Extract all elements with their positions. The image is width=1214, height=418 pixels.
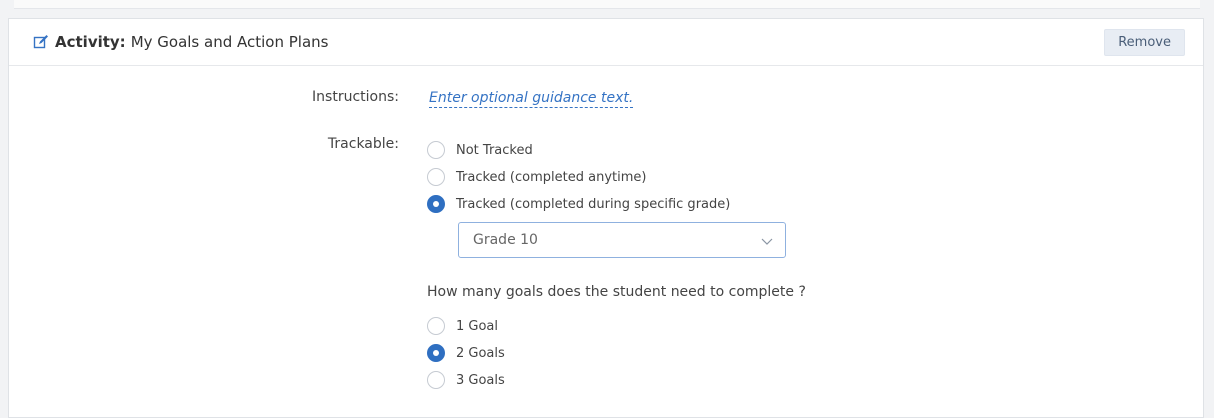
- radio-circle[interactable]: [427, 371, 445, 389]
- radio-label: Tracked (completed during specific grade…: [456, 196, 731, 212]
- card-header: Activity: My Goals and Action Plans Remo…: [9, 19, 1203, 66]
- trackable-label: Trackable:: [327, 136, 399, 152]
- radio-label: 1 Goal: [456, 318, 499, 334]
- guidance-text-link[interactable]: Enter optional guidance text.: [429, 90, 634, 108]
- edit-icon: [33, 35, 48, 49]
- grade-select[interactable]: Grade 10: [458, 222, 786, 258]
- instructions-label: Instructions:: [312, 89, 399, 105]
- radio-tracked-anytime[interactable]: Tracked (completed anytime): [427, 168, 646, 186]
- radio-tracked-specific-grade[interactable]: Tracked (completed during specific grade…: [427, 195, 730, 213]
- radio-not-tracked[interactable]: Not Tracked: [427, 141, 533, 159]
- activity-title: Activity: My Goals and Action Plans: [33, 33, 328, 51]
- radio-circle[interactable]: [427, 141, 445, 159]
- grade-select-value: Grade 10: [473, 232, 538, 248]
- radio-3-goals[interactable]: 3 Goals: [427, 371, 505, 389]
- activity-name: My Goals and Action Plans: [130, 33, 329, 51]
- radio-label: Tracked (completed anytime): [456, 169, 647, 185]
- remove-button[interactable]: Remove: [1104, 29, 1185, 56]
- chevron-down-icon: [761, 238, 773, 245]
- radio-circle-selected[interactable]: [427, 344, 445, 362]
- radio-2-goals[interactable]: 2 Goals: [427, 344, 505, 362]
- radio-circle[interactable]: [427, 168, 445, 186]
- radio-label: 3 Goals: [456, 372, 505, 388]
- activity-label: Activity:: [55, 33, 126, 51]
- goals-question: How many goals does the student need to …: [427, 284, 806, 300]
- radio-circle[interactable]: [427, 317, 445, 335]
- radio-circle-selected[interactable]: [427, 195, 445, 213]
- radio-1-goal[interactable]: 1 Goal: [427, 317, 498, 335]
- previous-card-edge: [14, 0, 1200, 9]
- radio-label: Not Tracked: [456, 142, 533, 158]
- activity-card: Activity: My Goals and Action Plans Remo…: [8, 18, 1204, 418]
- radio-label: 2 Goals: [456, 345, 505, 361]
